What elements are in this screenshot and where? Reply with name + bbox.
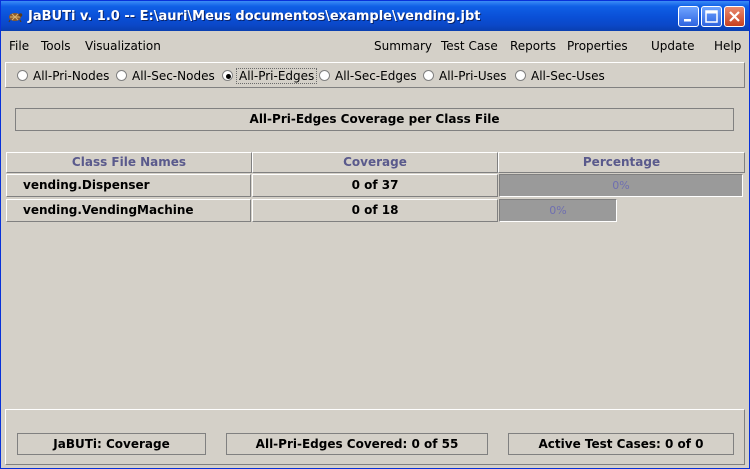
coverage-panel-title: All-Pri-Edges Coverage per Class File <box>15 108 734 131</box>
title-bar[interactable]: JaBUTi v. 1.0 -- E:\auri\Meus documentos… <box>1 1 749 31</box>
radio-selected-icon <box>222 70 233 81</box>
close-button[interactable] <box>724 6 745 27</box>
menu-file[interactable]: File <box>9 39 29 53</box>
radio-label: All-Sec-Uses <box>531 69 605 83</box>
radio-circle-icon <box>515 70 526 81</box>
radio-circle-icon <box>116 70 127 81</box>
radio-label: All-Sec-Edges <box>335 69 417 83</box>
radio-circle-icon <box>423 70 434 81</box>
criteria-radio-group: All-Pri-Nodes All-Sec-Nodes All-Pri-Edge… <box>5 62 745 88</box>
coverage-progress-bar: 0% <box>499 174 743 197</box>
menu-summary[interactable]: Summary <box>374 39 432 53</box>
minimize-icon <box>684 19 691 22</box>
radio-label: All-Pri-Edges <box>236 68 318 84</box>
minimize-button[interactable] <box>678 6 699 27</box>
menu-help[interactable]: Help <box>714 39 741 53</box>
menu-properties[interactable]: Properties <box>567 39 628 53</box>
table-row-coverage[interactable]: 0 of 37 <box>252 174 498 197</box>
menu-test-case[interactable]: Test Case <box>441 39 498 53</box>
coverage-percent-label: 0% <box>612 179 630 192</box>
jabuti-logo-icon <box>7 8 23 24</box>
table-row-coverage[interactable]: 0 of 18 <box>252 199 498 222</box>
status-bar: JaBUTi: Coverage All-Pri-Edges Covered: … <box>5 409 745 465</box>
coverage-progress-bar: 0% <box>499 199 617 222</box>
maximize-button[interactable] <box>701 6 722 27</box>
menu-visualization[interactable]: Visualization <box>85 39 161 53</box>
menu-update[interactable]: Update <box>651 39 694 53</box>
radio-circle-icon <box>17 70 28 81</box>
app-window: JaBUTi v. 1.0 -- E:\auri\Meus documentos… <box>0 0 750 469</box>
menu-tools[interactable]: Tools <box>41 39 71 53</box>
column-header-class-file-names[interactable]: Class File Names <box>6 152 252 173</box>
menu-bar: File Tools Visualization Summary Test Ca… <box>1 31 749 59</box>
radio-circle-icon <box>319 70 330 81</box>
close-icon <box>729 11 740 22</box>
coverage-table: Class File Names Coverage Percentage ven… <box>6 152 746 408</box>
column-header-coverage[interactable]: Coverage <box>252 152 498 173</box>
status-covered: All-Pri-Edges Covered: 0 of 55 <box>226 433 488 455</box>
radio-label: All-Pri-Nodes <box>33 69 110 83</box>
radio-label: All-Sec-Nodes <box>132 69 215 83</box>
status-app-mode: JaBUTi: Coverage <box>17 433 206 455</box>
table-row-name[interactable]: vending.VendingMachine <box>6 199 251 222</box>
coverage-percent-label: 0% <box>549 204 567 217</box>
table-row-name[interactable]: vending.Dispenser <box>6 174 251 197</box>
window-title: JaBUTi v. 1.0 -- E:\auri\Meus documentos… <box>28 9 481 24</box>
column-header-percentage[interactable]: Percentage <box>498 152 745 173</box>
menu-reports[interactable]: Reports <box>510 39 556 53</box>
radio-label: All-Pri-Uses <box>439 69 507 83</box>
maximize-icon <box>705 10 718 23</box>
status-active-test-cases: Active Test Cases: 0 of 0 <box>508 433 734 455</box>
